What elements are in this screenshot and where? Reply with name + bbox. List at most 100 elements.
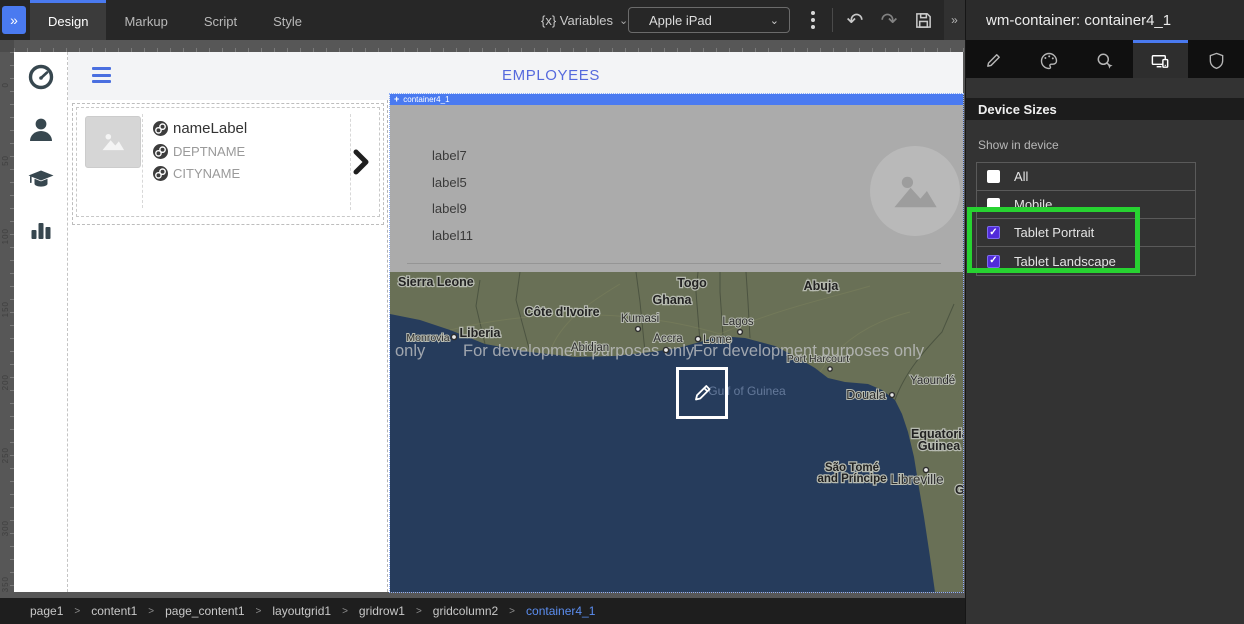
- dashboard-icon[interactable]: [27, 63, 55, 91]
- left-nav-rail: [14, 52, 68, 592]
- tab-script[interactable]: Script: [186, 0, 255, 40]
- design-canvas: 0 50 100 150 200 250 300 350: [0, 40, 965, 598]
- tab-device-sizes[interactable]: [1133, 40, 1189, 78]
- chevron-down-icon: ⌄: [619, 14, 628, 27]
- chevron-right-icon[interactable]: [347, 114, 375, 210]
- map-label-ghana: Ghana: [653, 293, 693, 307]
- dept-label: DEPTNAME: [173, 144, 245, 159]
- app-header: EMPLOYEES: [68, 52, 963, 100]
- image-placeholder-icon: [85, 116, 141, 168]
- map-label-togo: Togo: [677, 276, 707, 290]
- picture-placeholder-icon[interactable]: [870, 146, 960, 236]
- page-preview: EMPLOYEES: [14, 52, 963, 592]
- map-label-douala: Douala: [846, 388, 886, 402]
- editor-tabs: Design Markup Script Style: [30, 0, 320, 40]
- breadcrumb-layoutgrid1[interactable]: layoutgrid1: [272, 604, 331, 618]
- breadcrumb-content1[interactable]: content1: [91, 604, 137, 618]
- name-label-row[interactable]: nameLabel: [153, 120, 350, 137]
- show-in-device-label: Show in device: [978, 138, 1244, 152]
- breadcrumb-page-content1[interactable]: page_content1: [165, 604, 244, 618]
- checkbox[interactable]: ✓: [987, 226, 1000, 239]
- card-text-cell: nameLabel DEPTNAME: [149, 114, 351, 210]
- breadcrumb-gridcolumn2[interactable]: gridcolumn2: [433, 604, 498, 618]
- breadcrumb-gridrow1[interactable]: gridrow1: [359, 604, 405, 618]
- name-label: nameLabel: [173, 120, 247, 137]
- tab-style[interactable]: Style: [255, 0, 320, 40]
- section-device-sizes: Device Sizes: [966, 98, 1244, 120]
- map-canvas: only For development purposes only For d…: [390, 272, 963, 592]
- tab-events[interactable]: [1077, 40, 1133, 78]
- panel-expand-button[interactable]: »: [944, 0, 965, 40]
- map-label-yaounde: Yaoundé: [910, 375, 955, 387]
- ruler-origin: [0, 40, 14, 52]
- user-icon[interactable]: [27, 115, 55, 143]
- pencil-icon: [984, 51, 1003, 70]
- chevron-right-icon: >: [74, 606, 80, 617]
- container4_1-block[interactable]: + container4_1 label7 label5 label9 labe…: [390, 94, 963, 592]
- list-item-card[interactable]: nameLabel DEPTNAME: [76, 107, 380, 217]
- checkbox[interactable]: ✓: [987, 170, 1000, 183]
- page-title: EMPLOYEES: [502, 67, 600, 84]
- save-icon[interactable]: [908, 0, 938, 40]
- map-label-abidjan: Abidjan: [571, 342, 609, 354]
- binding-icon: [153, 166, 168, 181]
- map-label-lagos: Lagos: [722, 316, 754, 328]
- tab-markup[interactable]: Markup: [106, 0, 185, 40]
- label5[interactable]: label5: [432, 175, 467, 190]
- map-label-abuja: Abuja: [804, 279, 840, 293]
- horizontal-ruler: [14, 40, 965, 52]
- graduation-cap-icon[interactable]: [27, 165, 55, 193]
- map-label-lome: Lome: [703, 334, 732, 346]
- undo-icon[interactable]: ↶: [840, 0, 870, 40]
- map-label-sierra-leone: Sierra Leone: [398, 275, 474, 289]
- binding-icon: [153, 121, 168, 136]
- move-icon: +: [394, 95, 399, 104]
- chevron-right-icon: >: [509, 606, 515, 617]
- option-label: Mobile: [1014, 197, 1052, 212]
- label11[interactable]: label11: [432, 228, 473, 243]
- tab-design[interactable]: Design: [30, 0, 106, 40]
- tab-security[interactable]: [1188, 40, 1244, 78]
- map-widget[interactable]: only For development purposes only For d…: [390, 272, 963, 592]
- inspector-title: wm-container: container4_1: [966, 0, 1244, 40]
- breadcrumb-page1[interactable]: page1: [30, 604, 63, 618]
- city-label-row[interactable]: CITYNAME: [153, 166, 350, 181]
- selection-tag[interactable]: + container4_1: [390, 94, 963, 105]
- bar-chart-icon[interactable]: [27, 216, 55, 244]
- checkbox[interactable]: ✓: [987, 198, 1000, 211]
- map-label-gabon: Gabon: [955, 483, 963, 497]
- zoom-cursor-icon: [1095, 51, 1115, 71]
- pencil-icon: [690, 381, 714, 405]
- option-tablet-landscape[interactable]: ✓ Tablet Landscape: [977, 247, 1195, 275]
- dept-label-row[interactable]: DEPTNAME: [153, 144, 350, 159]
- label9[interactable]: label9: [432, 201, 467, 216]
- selection-tag-label: container4_1: [403, 95, 449, 104]
- more-options-icon[interactable]: [805, 9, 821, 31]
- option-tablet-portrait[interactable]: ✓ Tablet Portrait: [977, 219, 1195, 247]
- checkbox[interactable]: ✓: [987, 255, 1000, 268]
- map-label-equatorial-guinea-2: Guinea: [918, 439, 961, 453]
- inspector-tabs: [966, 40, 1244, 78]
- breadcrumb: page1 > content1 > page_content1 > layou…: [0, 598, 965, 624]
- container4_1-body[interactable]: label7 label5 label9 label11: [390, 105, 963, 272]
- sidebar-collapse-button[interactable]: »: [2, 6, 26, 34]
- tab-styles[interactable]: [1022, 40, 1078, 78]
- device-preview-select[interactable]: Apple iPad ⌄: [628, 7, 790, 33]
- option-mobile[interactable]: ✓ Mobile: [977, 191, 1195, 219]
- chevron-right-icon: >: [256, 606, 262, 617]
- map-edit-button[interactable]: [676, 367, 728, 419]
- option-all[interactable]: ✓ All: [977, 163, 1195, 191]
- variables-label: {x} Variables: [541, 13, 613, 28]
- map-label-port-harcourt: Port Harcourt: [787, 353, 850, 365]
- option-label: Tablet Portrait: [1014, 225, 1094, 240]
- breadcrumb-container4_1[interactable]: container4_1: [526, 604, 595, 618]
- tab-properties[interactable]: [966, 40, 1022, 78]
- shield-icon: [1207, 51, 1226, 71]
- label7[interactable]: label7: [432, 148, 467, 163]
- variables-menu[interactable]: {x} Variables ⌄: [541, 0, 628, 40]
- employee-list-column: nameLabel DEPTNAME: [68, 100, 388, 592]
- map-label-sao-tome-2: and Príncipe: [817, 473, 886, 485]
- menu-icon[interactable]: [92, 67, 111, 83]
- redo-icon[interactable]: ↷: [874, 0, 904, 40]
- chevron-right-icon: >: [148, 606, 154, 617]
